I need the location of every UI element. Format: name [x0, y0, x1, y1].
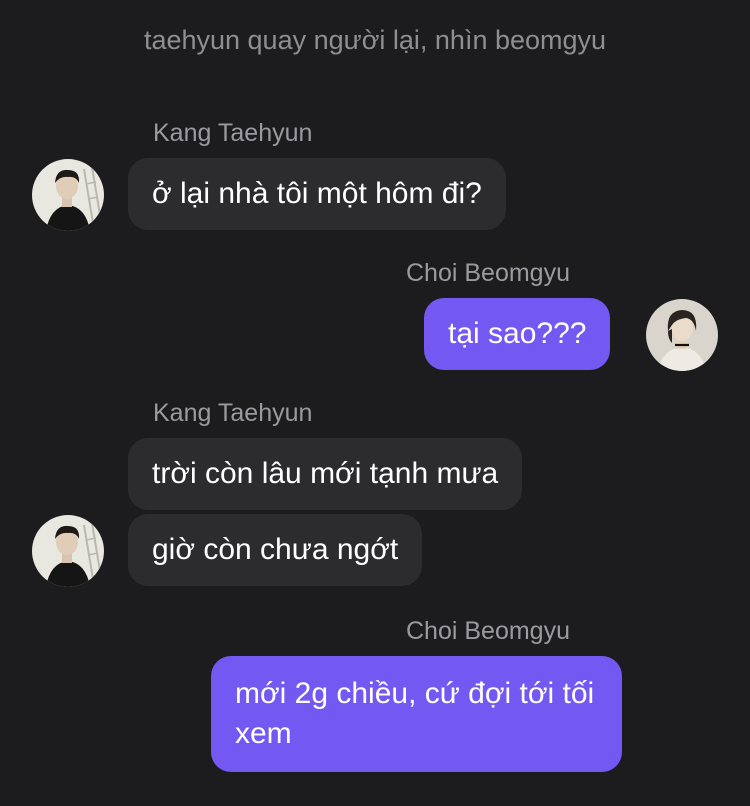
- message-bubble[interactable]: tại sao???: [424, 298, 611, 370]
- taehyun-avatar[interactable]: [32, 515, 104, 587]
- taehyun-avatar[interactable]: [32, 159, 104, 231]
- sender-name: Kang Taehyun: [153, 399, 313, 427]
- message-bubble[interactable]: ở lại nhà tôi một hôm đi?: [128, 158, 506, 230]
- sender-name: Choi Beomgyu: [406, 259, 570, 287]
- message-bubble[interactable]: trời còn lâu mới tạnh mưa: [128, 438, 523, 510]
- beomgyu-avatar[interactable]: [646, 299, 718, 371]
- message-bubble[interactable]: mới 2g chiều, cứ đợi tới tối xem: [211, 656, 622, 772]
- beomgyu-avatar-image: [646, 299, 718, 371]
- sender-name: Kang Taehyun: [153, 119, 313, 147]
- narration-text: taehyun quay người lại, nhìn beomgyu: [143, 25, 607, 55]
- sender-name: Choi Beomgyu: [406, 617, 570, 645]
- taehyun-avatar-image: [32, 515, 104, 587]
- taehyun-avatar-image: [32, 159, 104, 231]
- message-bubble[interactable]: giờ còn chưa ngớt: [128, 514, 423, 586]
